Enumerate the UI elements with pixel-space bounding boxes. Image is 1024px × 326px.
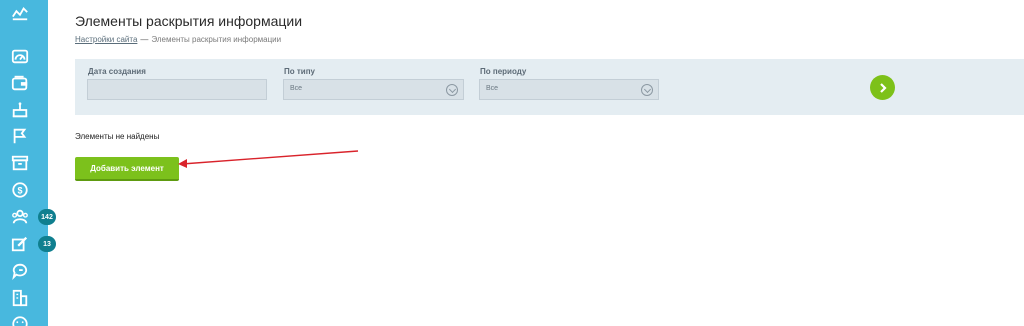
- add-element-button[interactable]: Добавить элемент: [75, 157, 179, 181]
- created-date-label: Дата создания: [88, 67, 146, 76]
- app-window: $ 142 13 Элементы раскрытия информации Н…: [0, 0, 1024, 326]
- type-filter-select[interactable]: Все: [283, 79, 464, 100]
- period-filter-select[interactable]: Все: [479, 79, 659, 100]
- filter-panel: Дата создания По типу Все По периоду Все: [75, 59, 1024, 115]
- wallet-icon[interactable]: [10, 73, 30, 93]
- page-title: Элементы раскрытия информации: [75, 13, 303, 29]
- created-date-input[interactable]: [87, 79, 267, 100]
- smile-icon[interactable]: [10, 314, 30, 326]
- archive-icon[interactable]: [10, 153, 30, 173]
- building-icon[interactable]: [10, 288, 30, 308]
- sidebar: $ 142 13: [0, 0, 56, 326]
- type-filter-label: По типу: [284, 67, 315, 76]
- apply-filter-button[interactable]: [870, 75, 895, 100]
- chevron-right-icon: [879, 82, 887, 93]
- chat-icon[interactable]: [10, 261, 30, 281]
- flag-icon[interactable]: [10, 126, 30, 146]
- chevron-down-icon: [446, 84, 458, 96]
- breadcrumb: Настройки сайта — Элементы раскрытия инфор…: [75, 35, 281, 44]
- edit-icon[interactable]: [10, 234, 30, 254]
- chevron-down-icon: [641, 84, 653, 96]
- breadcrumb-separator: —: [140, 35, 149, 44]
- users-icon[interactable]: [10, 207, 30, 227]
- type-filter-value: Все: [290, 85, 303, 92]
- breadcrumb-current: Элементы раскрытия информации: [151, 35, 282, 44]
- period-filter-value: Все: [486, 85, 499, 92]
- stats-icon[interactable]: [10, 3, 30, 23]
- empty-state-text: Элементы не найдены: [75, 132, 160, 141]
- breadcrumb-link-settings[interactable]: Настройки сайта: [75, 35, 137, 44]
- svg-text:$: $: [17, 186, 22, 196]
- dashboard-icon[interactable]: [10, 46, 30, 66]
- cake-icon[interactable]: [10, 100, 30, 120]
- period-filter-label: По периоду: [480, 67, 527, 76]
- main-content: Элементы раскрытия информации Настройки …: [48, 0, 1024, 326]
- red-arrow-annotation: [178, 150, 359, 168]
- coin-icon[interactable]: $: [10, 180, 30, 200]
